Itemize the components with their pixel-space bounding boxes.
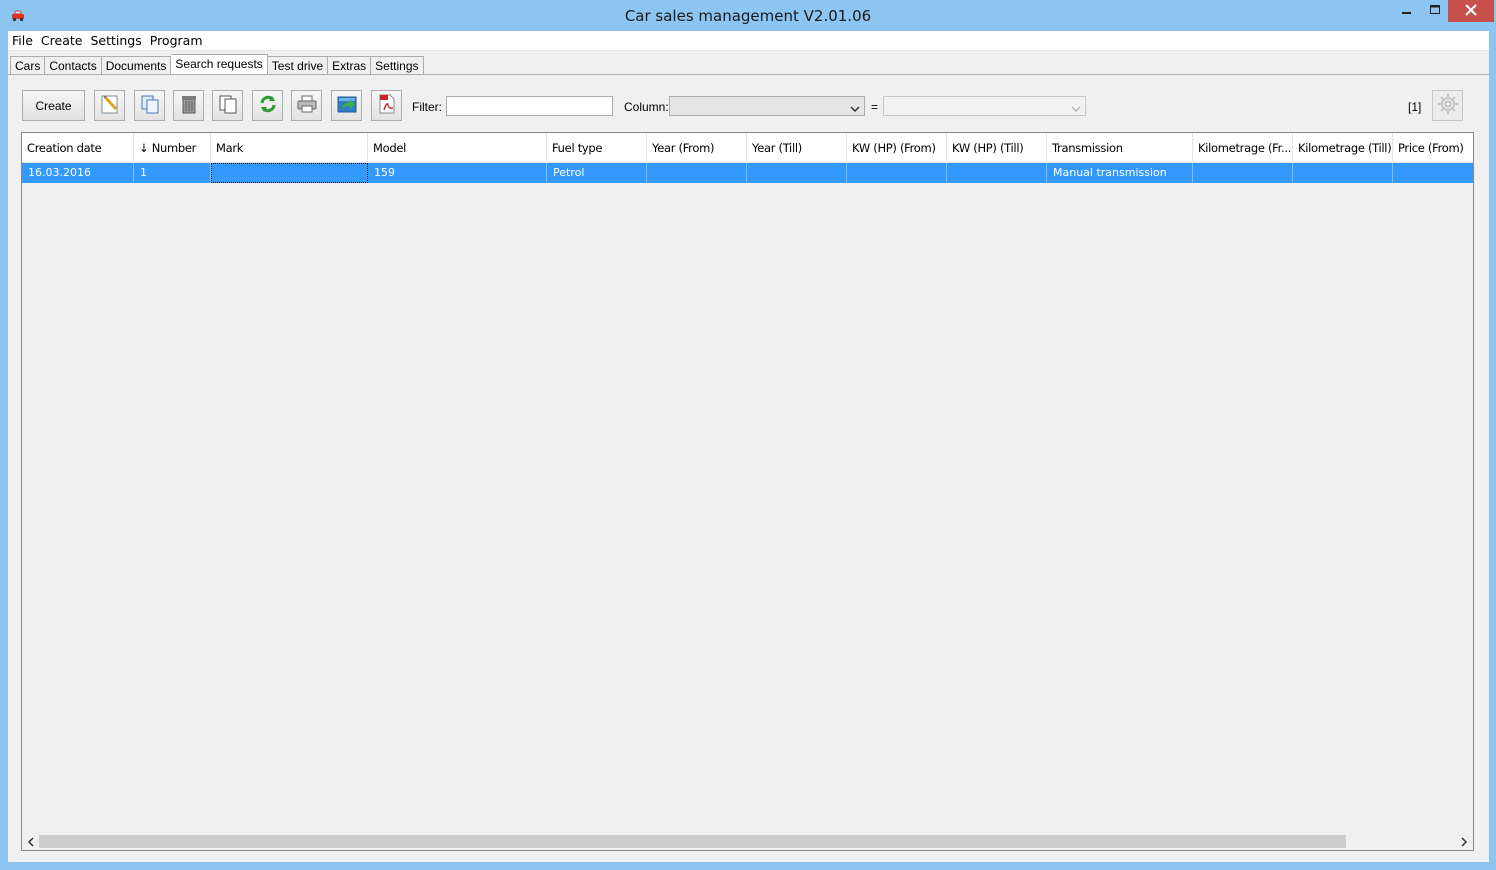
column-label: Column: [624, 100, 669, 114]
tab-documents[interactable]: Documents [101, 56, 172, 75]
cell-price-from [1393, 163, 1473, 183]
maximize-button[interactable] [1422, 0, 1448, 22]
column-header-number[interactable]: ↓ Number [134, 133, 211, 163]
tab-bar: Cars Contacts Documents Search requests … [10, 54, 424, 75]
column-select[interactable] [669, 96, 865, 116]
table-row[interactable]: 16.03.2016 1 159 Petrol Manual transmiss… [22, 163, 1473, 183]
copy-button[interactable] [134, 90, 165, 121]
edit-icon [99, 93, 121, 118]
pdf-icon [376, 93, 398, 118]
scroll-right-icon[interactable] [1458, 836, 1470, 848]
equals-sign: = [871, 100, 879, 114]
delete-icon [178, 93, 200, 118]
cell-kilometrage-till [1293, 163, 1393, 183]
maximize-icon [1429, 4, 1441, 18]
copy-icon [139, 93, 161, 118]
tab-extras[interactable]: Extras [328, 56, 372, 75]
edit-button[interactable] [94, 90, 125, 121]
create-button[interactable]: Create [22, 90, 85, 121]
chevron-down-icon [1071, 102, 1081, 116]
tab-test-drive[interactable]: Test drive [267, 56, 329, 75]
minimize-button[interactable] [1392, 0, 1422, 22]
column-header-mark[interactable]: Mark [211, 133, 368, 163]
table-header: Creation date ↓ Number Mark Model Fuel t… [22, 133, 1473, 163]
toolbar: Create Filter: Column: = [1] [8, 81, 1489, 121]
column-header-year-till[interactable]: Year (Till) [747, 133, 847, 163]
menu-program[interactable]: Program [146, 31, 207, 51]
export-icon [336, 93, 358, 118]
print-button[interactable] [291, 90, 322, 121]
print-icon [296, 93, 318, 118]
filter-label: Filter: [412, 100, 442, 114]
column-header-fuel-type[interactable]: Fuel type [547, 133, 647, 163]
horizontal-scrollbar[interactable] [22, 833, 1473, 850]
scrollbar-thumb[interactable] [39, 835, 1346, 848]
cell-mark [211, 163, 368, 183]
menu-file[interactable]: File [8, 31, 37, 51]
pdf-button[interactable] [371, 90, 402, 121]
column-header-price-from[interactable]: Price (From) [1393, 133, 1473, 163]
minimize-icon [1402, 4, 1412, 18]
column-header-creation-date[interactable]: Creation date [22, 133, 134, 163]
delete-button[interactable] [173, 90, 204, 121]
tab-search-requests[interactable]: Search requests [171, 54, 268, 75]
tab-settings[interactable]: Settings [371, 56, 424, 75]
cell-number: 1 [134, 163, 211, 183]
settings-button[interactable] [1432, 90, 1463, 121]
close-button[interactable] [1448, 0, 1494, 22]
cell-model: 159 [368, 163, 547, 183]
cell-kw-from [847, 163, 947, 183]
title-bar[interactable]: Car sales management V2.01.06 [0, 0, 1496, 31]
chevron-down-icon [850, 102, 860, 116]
duplicate-button[interactable] [212, 90, 243, 121]
client-area: File Create Settings Program Cars Contac… [8, 31, 1489, 862]
menu-bar: File Create Settings Program [8, 31, 1489, 51]
column-header-kw-from[interactable]: KW (HP) (From) [847, 133, 947, 163]
cell-transmission: Manual transmission [1047, 163, 1193, 183]
gear-icon [1436, 92, 1460, 119]
column-header-year-from[interactable]: Year (From) [647, 133, 747, 163]
value-select[interactable] [883, 96, 1086, 116]
record-counter: [1] [1408, 100, 1422, 114]
cell-year-till [747, 163, 847, 183]
window-title: Car sales management V2.01.06 [624, 7, 872, 25]
scroll-left-icon[interactable] [25, 836, 37, 848]
filter-input[interactable] [446, 96, 613, 116]
refresh-icon [257, 93, 279, 118]
tab-cars[interactable]: Cars [10, 56, 46, 75]
refresh-button[interactable] [252, 90, 283, 121]
tab-divider [8, 74, 1489, 75]
menu-settings[interactable]: Settings [86, 31, 145, 51]
cell-kilometrage-from [1193, 163, 1293, 183]
app-window: Car sales management V2.01.06 File Creat… [0, 0, 1496, 870]
menu-create[interactable]: Create [37, 31, 87, 51]
column-header-transmission[interactable]: Transmission [1047, 133, 1193, 163]
cell-creation-date: 16.03.2016 [22, 163, 134, 183]
duplicate-icon [217, 93, 239, 118]
column-header-kw-till[interactable]: KW (HP) (Till) [947, 133, 1047, 163]
column-header-kilometrage-till[interactable]: Kilometrage (Till) [1293, 133, 1393, 163]
cell-year-from [647, 163, 747, 183]
cell-kw-till [947, 163, 1047, 183]
tab-contacts[interactable]: Contacts [45, 56, 102, 75]
cell-fuel-type: Petrol [547, 163, 647, 183]
search-requests-table[interactable]: Creation date ↓ Number Mark Model Fuel t… [21, 132, 1474, 851]
close-icon [1465, 3, 1477, 19]
column-header-model[interactable]: Model [368, 133, 547, 163]
column-header-kilometrage-from[interactable]: Kilometrage (Fr... [1193, 133, 1293, 163]
export-button[interactable] [331, 90, 362, 121]
